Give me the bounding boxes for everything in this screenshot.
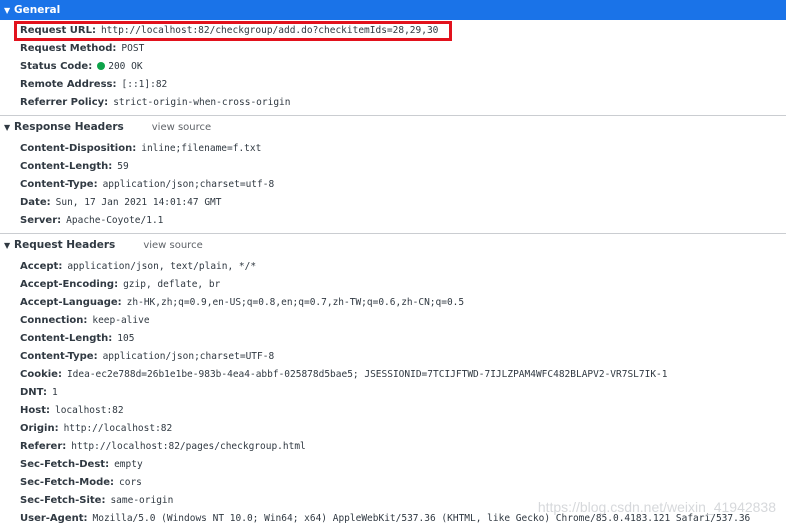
header-value[interactable]: Mozilla/5.0 (Windows NT 10.0; Win64; x64… [93, 513, 751, 524]
header-value[interactable]: localhost:82 [55, 405, 124, 416]
header-value[interactable]: 105 [117, 333, 134, 344]
header-name: Sec-Fetch-Site: [20, 495, 106, 506]
collapse-triangle-icon[interactable]: ▼ [4, 123, 14, 132]
collapse-triangle-icon[interactable]: ▼ [4, 241, 14, 250]
header-value[interactable]: 59 [117, 161, 128, 172]
header-name: Referer: [20, 441, 67, 452]
header-value[interactable]: [::1]:82 [122, 79, 168, 90]
header-row-request-method[interactable]: Request Method: POST [0, 40, 786, 58]
header-value[interactable]: application/json, text/plain, */* [67, 261, 256, 272]
view-source-link[interactable]: view source [152, 122, 211, 133]
header-value[interactable]: Idea-ec2e788d=26b1e1be-983b-4ea4-abbf-02… [67, 369, 668, 380]
request-headers-section-header[interactable]: ▼ Request Headers view source [0, 234, 786, 256]
header-name: Sec-Fetch-Dest: [20, 459, 110, 470]
response-headers-section: ▼ Response Headers view source Content-D… [0, 116, 786, 230]
header-row-referrer-policy[interactable]: Referrer Policy: strict-origin-when-cross… [0, 94, 786, 112]
header-row[interactable]: Accept-Encoding: gzip, deflate, br [0, 276, 786, 294]
header-row[interactable]: Connection: keep-alive [0, 312, 786, 330]
header-value[interactable]: 1 [52, 387, 58, 398]
header-value[interactable]: POST [121, 43, 144, 54]
request-headers-rows: Accept: application/json, text/plain, */*… [0, 256, 786, 528]
header-row[interactable]: DNT: 1 [0, 384, 786, 402]
response-headers-section-header[interactable]: ▼ Response Headers view source [0, 116, 786, 138]
header-value[interactable]: same-origin [110, 495, 173, 506]
header-row[interactable]: User-Agent: Mozilla/5.0 (Windows NT 10.0;… [0, 510, 786, 528]
header-name: Content-Type: [20, 351, 98, 362]
header-row[interactable]: Origin: http://localhost:82 [0, 420, 786, 438]
header-value[interactable]: zh-HK,zh;q=0.9,en-US;q=0.8,en;q=0.7,zh-T… [127, 297, 464, 308]
header-name: Content-Type: [20, 179, 98, 190]
header-row[interactable]: Referer: http://localhost:82/pages/checkg… [0, 438, 786, 456]
header-value[interactable]: cors [119, 477, 142, 488]
header-row[interactable]: Cookie: Idea-ec2e788d=26b1e1be-983b-4ea4-… [0, 366, 786, 384]
header-value[interactable]: strict-origin-when-cross-origin [113, 97, 290, 108]
header-value[interactable]: application/json;charset=UTF-8 [103, 351, 275, 362]
section-title: Request Headers [14, 239, 116, 251]
header-value[interactable]: http://localhost:82/checkgroup/add.do?ch… [101, 25, 438, 36]
collapse-triangle-icon[interactable]: ▼ [4, 6, 14, 15]
header-row[interactable]: Accept: application/json, text/plain, */* [0, 258, 786, 276]
header-name: Accept-Language: [20, 297, 122, 308]
header-name: User-Agent: [20, 513, 88, 524]
response-headers-rows: Content-Disposition: inline;filename=f.tx… [0, 138, 786, 230]
section-title: Response Headers [14, 121, 124, 133]
header-value[interactable]: http://localhost:82/pages/checkgroup.htm… [71, 441, 306, 452]
header-name: DNT: [20, 387, 47, 398]
header-value[interactable]: empty [114, 459, 143, 470]
header-name: Accept: [20, 261, 63, 272]
header-name: Accept-Encoding: [20, 279, 119, 290]
header-name: Connection: [20, 315, 88, 326]
header-name: Request URL: [20, 25, 96, 36]
header-name: Request Method: [20, 43, 117, 54]
header-row[interactable]: Sec-Fetch-Mode: cors [0, 474, 786, 492]
header-row[interactable]: Content-Type: application/json;charset=UT… [0, 348, 786, 366]
header-value[interactable]: inline;filename=f.txt [141, 143, 261, 154]
status-ok-icon [97, 62, 106, 70]
header-row[interactable]: Accept-Language: zh-HK,zh;q=0.9,en-US;q=0… [0, 294, 786, 312]
header-value[interactable]: gzip, deflate, br [123, 279, 220, 290]
header-value[interactable]: keep-alive [92, 315, 149, 326]
header-row[interactable]: Content-Length: 59 [0, 158, 786, 176]
header-value[interactable]: Apache-Coyote/1.1 [66, 215, 163, 226]
header-name: Content-Disposition: [20, 143, 137, 154]
header-row[interactable]: Content-Type: application/json;charset=ut… [0, 176, 786, 194]
header-row-status-code[interactable]: Status Code: 200 OK [0, 58, 786, 76]
header-value[interactable]: Sun, 17 Jan 2021 14:01:47 GMT [56, 197, 222, 208]
header-name: Origin: [20, 423, 59, 434]
header-row[interactable]: Server: Apache-Coyote/1.1 [0, 212, 786, 230]
header-name: Content-Length: [20, 333, 113, 344]
general-section-header[interactable]: ▼ General [0, 0, 786, 20]
header-row[interactable]: Sec-Fetch-Site: same-origin [0, 492, 786, 510]
header-row[interactable]: Sec-Fetch-Dest: empty [0, 456, 786, 474]
header-name: Status Code: [20, 61, 93, 72]
header-name: Server: [20, 215, 62, 226]
header-name: Sec-Fetch-Mode: [20, 477, 115, 488]
header-row[interactable]: Date: Sun, 17 Jan 2021 14:01:47 GMT [0, 194, 786, 212]
header-value[interactable]: http://localhost:82 [64, 423, 173, 434]
section-title: General [14, 4, 61, 16]
header-name: Referrer Policy: [20, 97, 109, 108]
header-value[interactable]: 200 OK [108, 61, 142, 72]
header-row-remote-address[interactable]: Remote Address: [::1]:82 [0, 76, 786, 94]
header-row[interactable]: Content-Length: 105 [0, 330, 786, 348]
general-rows: Request URL: http://localhost:82/checkgro… [0, 20, 786, 112]
header-name: Host: [20, 405, 50, 416]
request-headers-section: ▼ Request Headers view source Accept: app… [0, 234, 786, 528]
header-row-request-url[interactable]: Request URL: http://localhost:82/checkgro… [0, 22, 786, 40]
header-value[interactable]: application/json;charset=utf-8 [103, 179, 275, 190]
header-name: Remote Address: [20, 79, 117, 90]
header-name: Cookie: [20, 369, 62, 380]
header-name: Date: [20, 197, 51, 208]
header-name: Content-Length: [20, 161, 113, 172]
header-row[interactable]: Host: localhost:82 [0, 402, 786, 420]
general-section: ▼ General Request URL: http://localhost:8… [0, 0, 786, 112]
header-row[interactable]: Content-Disposition: inline;filename=f.tx… [0, 140, 786, 158]
view-source-link[interactable]: view source [143, 240, 202, 251]
